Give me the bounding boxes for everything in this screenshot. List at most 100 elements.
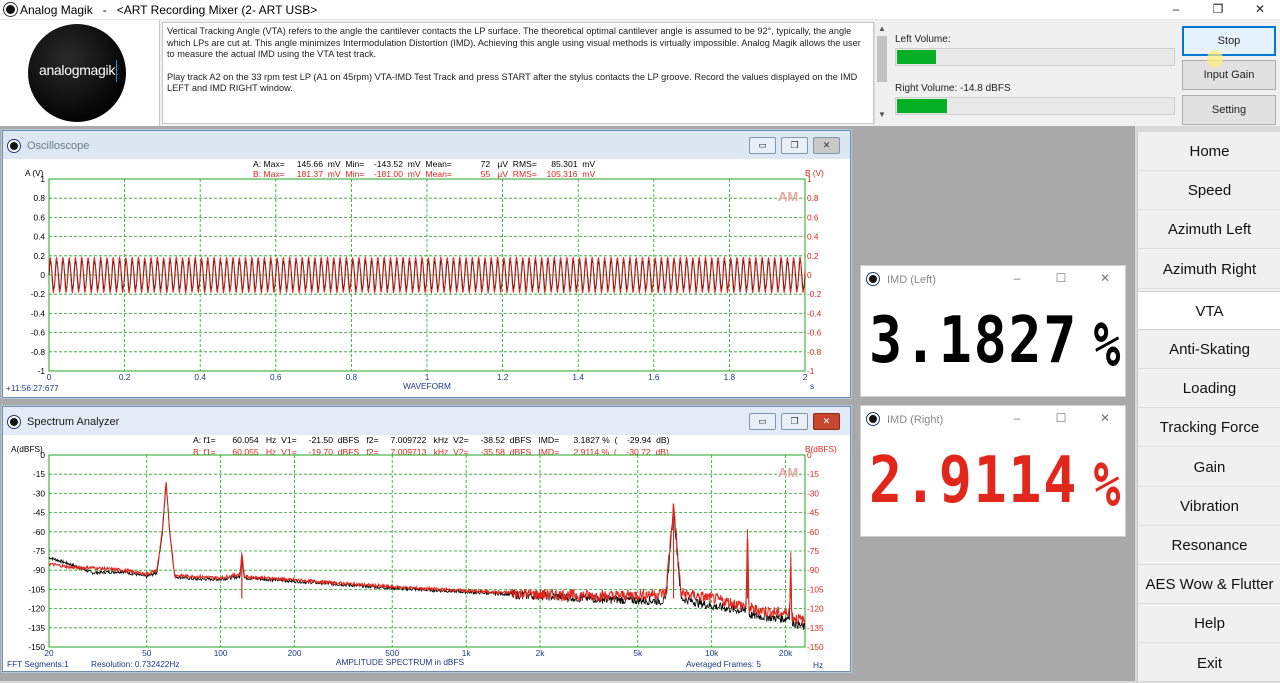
spectrum-minimize-button[interactable]: ▭ [749,413,776,430]
left-volume-meter [895,48,1175,66]
oscilloscope-x-tick: 0.8 [346,372,358,382]
imd-left-unit: % [1093,308,1120,381]
instructions-paragraph-1: Vertical Tracking Angle (VTA) refers to … [167,26,861,59]
oscilloscope-timestamp: +11:56:27:677 [6,383,59,393]
nav-item-aes-wow-flutter[interactable]: AES Wow & Flutter [1138,565,1280,605]
oscilloscope-titlebar[interactable]: Oscilloscope ▭ ❐ ✕ [3,131,850,159]
logo-text: analogmagik [38,62,116,78]
nav-item-azimuth-left[interactable]: Azimuth Left [1138,210,1280,250]
oscilloscope-y-tick-left: -0.8 [31,347,46,357]
oscilloscope-y-tick-left: 0.2 [33,251,45,261]
nav-item-speed[interactable]: Speed [1138,171,1280,211]
nav-item-gain[interactable]: Gain [1138,448,1280,487]
nav-item-vibration[interactable]: Vibration [1138,487,1280,526]
scroll-up-icon[interactable]: ▲ [875,24,889,33]
nav-item-home[interactable]: Home [1138,132,1280,171]
window-title: Analog Magik - <ART Recording Mixer (2- … [20,3,318,17]
spectrum-window-icon [8,416,20,428]
imd-left-close-button[interactable]: ✕ [1095,271,1115,285]
spectrum-y-tick-left: -60 [33,527,45,537]
oscilloscope-y-tick-left: -1 [38,366,46,376]
spectrum-y-tick-right: -75 [807,546,819,556]
spectrum-y-tick-right: -45 [807,508,819,518]
oscilloscope-close-button[interactable]: ✕ [813,137,840,154]
imd-right-close-button[interactable]: ✕ [1095,411,1115,425]
instructions-textbox[interactable]: Vertical Tracking Angle (VTA) refers to … [162,22,874,124]
nav-item-anti-skating[interactable]: Anti-Skating [1138,330,1280,369]
nav-item-resonance[interactable]: Resonance [1138,526,1280,565]
imd-right-titlebar[interactable]: IMD (Right) – ☐ ✕ [861,406,1125,432]
spectrum-chart[interactable]: 0 0-15 -15-30 -30-45 -45-60 -60-75 -75-90 -90-1… [3,435,850,671]
spectrum-y-tick-right: -120 [807,604,824,614]
spectrum-analyzer-window: Spectrum Analyzer ▭ ❐ ✕ A: f1= 60.054 Hz… [2,406,851,672]
spectrum-close-button[interactable]: ✕ [813,413,840,430]
oscilloscope-y-label-left: A (V) [25,168,44,178]
spectrum-x-label: AMPLITUDE SPECTRUM in dBFS [336,657,465,667]
oscilloscope-y-tick-right: 0.4 [807,232,819,242]
imd-right-minimize-button[interactable]: – [1007,411,1027,425]
nav-item-loading[interactable]: Loading [1138,369,1280,409]
oscilloscope-maximize-button[interactable]: ❐ [781,137,808,154]
close-button[interactable]: ✕ [1240,0,1280,20]
nav-item-exit[interactable]: Exit [1138,644,1280,683]
nav-item-azimuth-right[interactable]: Azimuth Right [1138,250,1280,289]
restore-button[interactable]: ❐ [1198,0,1238,20]
oscilloscope-y-tick-right: -0.2 [807,289,822,299]
imd-left-window-icon [867,273,879,285]
mouse-cursor-highlight [1207,50,1223,68]
instructions-scrollbar[interactable]: ▲ ▼ [874,22,888,124]
imd-left-maximize-button[interactable]: ☐ [1051,271,1071,285]
oscilloscope-window-icon [8,140,20,152]
spectrum-y-tick-right: -15 [807,469,819,479]
imd-left-value: 3.1827 [869,304,1079,378]
oscilloscope-y-tick-left: 0.6 [33,212,45,222]
oscilloscope-y-tick-right: 0.8 [807,193,819,203]
app-icon [4,3,17,16]
oscilloscope-y-tick-right: -0.6 [807,328,822,338]
oscilloscope-x-tick: 0 [47,372,52,382]
imd-right-title: IMD (Right) [887,414,944,426]
setting-button[interactable]: Setting [1182,95,1276,125]
oscilloscope-chart[interactable]: 1 10.8 0.80.6 0.60.4 0.40.2 0.20 0-0.2 -0.2-0.4… [3,159,850,397]
spectrum-x-tick: 50 [142,648,152,658]
oscilloscope-y-tick-left: -0.4 [31,308,46,318]
spectrum-y-tick-left: -135 [28,623,45,633]
oscilloscope-x-tick: 0.6 [270,372,282,382]
scroll-thumb[interactable] [877,36,887,82]
scroll-down-icon[interactable]: ▼ [875,110,889,119]
spectrum-y-tick-right: -30 [807,488,819,498]
analogmagik-logo: analogmagik [28,24,126,122]
spectrum-x-tick: 2k [536,648,546,658]
oscilloscope-y-tick-right: 0.2 [807,251,819,261]
spectrum-y-tick-left: -120 [28,604,45,614]
test-navigation-panel: Home Speed Azimuth Left Azimuth Right VTA Ant… [1137,132,1280,683]
instructions-paragraph-2: Play track A2 on the 33 rpm test LP (A1 … [167,71,858,94]
oscilloscope-window: Oscilloscope ▭ ❐ ✕ A: Max= 145.66 mV Min… [2,130,851,398]
imd-right-unit: % [1093,448,1120,521]
oscilloscope-x-label: WAVEFORM [403,381,451,391]
input-gain-button[interactable]: Input Gain [1182,60,1276,90]
spectrum-watermark: AM [778,465,798,480]
stop-button[interactable]: Stop [1182,26,1276,56]
oscilloscope-y-tick-left: 0 [40,270,45,280]
spectrum-x-tick: 200 [288,648,302,658]
minimize-button[interactable]: – [1156,0,1196,20]
spectrum-y-tick-right: -105 [807,584,824,594]
oscilloscope-minimize-button[interactable]: ▭ [749,137,776,154]
spectrum-titlebar[interactable]: Spectrum Analyzer ▭ ❐ ✕ [3,407,850,435]
imd-right-maximize-button[interactable]: ☐ [1051,411,1071,425]
spectrum-y-tick-right: -90 [807,565,819,575]
spectrum-y-tick-left: -15 [33,469,45,479]
oscilloscope-y-tick-left: 0.8 [33,193,45,203]
analog-magik-app: Analog Magik - <ART Recording Mixer (2- … [0,0,1280,683]
oscilloscope-y-tick-right: 0 [807,270,812,280]
resolution-label: Resolution: 0.732422Hz [91,659,180,669]
spectrum-maximize-button[interactable]: ❐ [781,413,808,430]
nav-item-vta[interactable]: VTA [1138,290,1280,330]
imd-right-window: IMD (Right) – ☐ ✕ 2.9114 % [860,405,1126,537]
imd-left-titlebar[interactable]: IMD (Left) – ☐ ✕ [861,266,1125,292]
oscilloscope-y-tick-right: -0.4 [807,308,822,318]
nav-item-tracking-force[interactable]: Tracking Force [1138,408,1280,448]
nav-item-help[interactable]: Help [1138,604,1280,644]
imd-left-minimize-button[interactable]: – [1007,271,1027,285]
